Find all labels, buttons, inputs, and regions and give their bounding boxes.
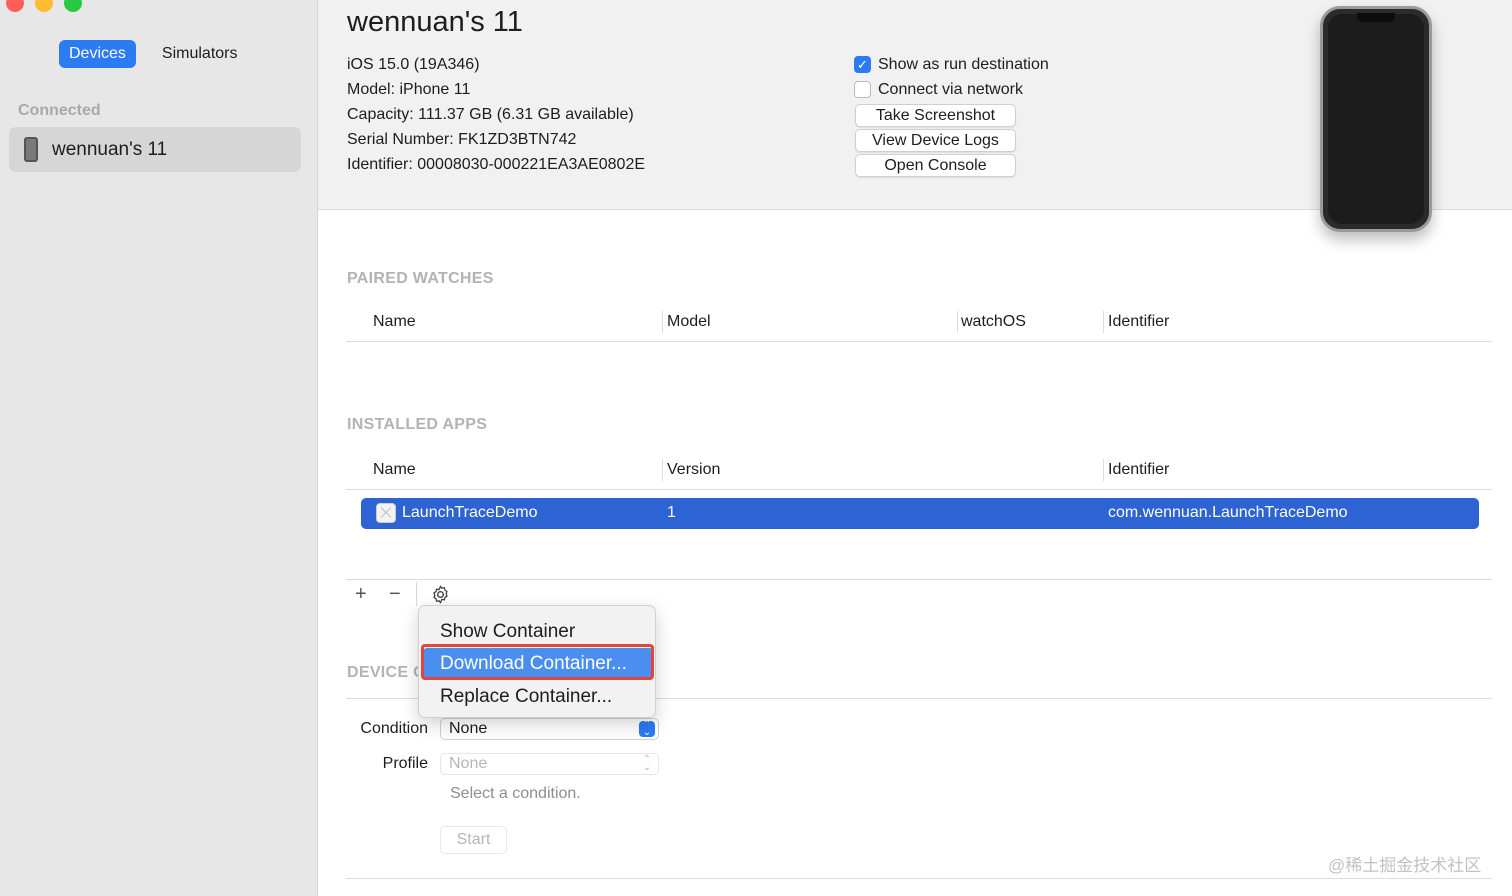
device-image [1320, 6, 1432, 232]
close-window-button[interactable] [6, 0, 24, 12]
apps-col-identifier[interactable]: Identifier [1108, 461, 1169, 479]
tab-devices[interactable]: Devices [59, 40, 136, 68]
tab-simulators[interactable]: Simulators [152, 40, 248, 68]
popup-arrows-icon: ⌃ ⌄ [642, 754, 652, 773]
show-container-menu-item[interactable]: Show Container [423, 616, 653, 647]
paired-watches-title: PAIRED WATCHES [347, 270, 494, 287]
connect-via-network-option[interactable]: Connect via network [854, 77, 1049, 102]
watches-col-identifier[interactable]: Identifier [1108, 313, 1169, 331]
table-row[interactable]: LaunchTraceDemo 1 com.wennuan.LaunchTrac… [361, 498, 1479, 529]
apps-col-version[interactable]: Version [667, 461, 720, 479]
show-as-run-destination-label: Show as run destination [878, 55, 1049, 73]
view-device-logs-button[interactable]: View Device Logs [855, 129, 1016, 152]
divider [346, 878, 1492, 879]
start-button[interactable]: Start [440, 826, 507, 854]
ios-version: iOS 15.0 (19A346) [347, 56, 480, 73]
watches-col-name[interactable]: Name [373, 313, 416, 331]
connect-via-network-label: Connect via network [878, 80, 1023, 98]
annotation-highlight-frame [421, 644, 654, 680]
connected-section-title: Connected [18, 102, 101, 119]
checkmark-icon[interactable]: ✓ [854, 56, 871, 73]
condition-value: None [449, 720, 488, 737]
remove-app-button[interactable]: − [389, 583, 401, 606]
profile-popup[interactable]: None ⌃ ⌄ [440, 753, 659, 775]
condition-label: Condition [360, 720, 428, 737]
app-version: 1 [667, 504, 676, 521]
installed-apps-title: INSTALLED APPS [347, 416, 488, 433]
profile-value: None [449, 755, 488, 772]
profile-label: Profile [382, 755, 428, 772]
device-model: Model: iPhone 11 [347, 81, 471, 98]
divider [346, 489, 1492, 490]
device-identifier: Identifier: 00008030-000221EA3AE0802E [347, 156, 646, 173]
open-console-button[interactable]: Open Console [855, 154, 1016, 177]
watches-col-watchos[interactable]: watchOS [961, 313, 1026, 331]
condition-popup[interactable]: None ⌃ ⌄ [440, 718, 659, 740]
device-info: iOS 15.0 (19A346) Model: iPhone 11 Capac… [347, 52, 645, 177]
app-identifier: com.wennuan.LaunchTraceDemo [1108, 504, 1348, 521]
device-title: wennuan's 11 [347, 6, 523, 38]
divider [346, 341, 1492, 342]
add-app-button[interactable]: + [355, 583, 367, 606]
condition-hint: Select a condition. [450, 785, 581, 802]
watches-col-model[interactable]: Model [667, 313, 711, 331]
device-capacity: Capacity: 111.37 GB (6.31 GB available) [347, 106, 634, 123]
checkbox-icon[interactable] [854, 81, 871, 98]
sidebar-item-device[interactable]: wennuan's 11 [9, 127, 301, 172]
apps-col-name[interactable]: Name [373, 461, 416, 479]
device-type-segmented-control: Devices Simulators [59, 40, 247, 68]
watermark: @稀土掘金技术社区 [1328, 856, 1482, 875]
popup-arrows-icon: ⌃ ⌄ [639, 720, 655, 738]
app-name: LaunchTraceDemo [402, 504, 538, 521]
minimize-window-button[interactable] [35, 0, 53, 12]
iphone-icon [24, 137, 38, 162]
device-options: ✓ Show as run destination Connect via ne… [854, 52, 1049, 102]
zoom-window-button[interactable] [64, 0, 82, 12]
gear-icon[interactable] [430, 584, 451, 605]
show-as-run-destination-option[interactable]: ✓ Show as run destination [854, 52, 1049, 77]
take-screenshot-button[interactable]: Take Screenshot [855, 104, 1016, 127]
device-conditions-title: DEVICE C [347, 664, 425, 681]
app-icon [376, 503, 396, 523]
serial-number: Serial Number: FK1ZD3BTN742 [347, 131, 577, 148]
divider [346, 579, 1492, 580]
sidebar: Devices Simulators Connected wennuan's 1… [0, 0, 318, 896]
replace-container-menu-item[interactable]: Replace Container... [423, 681, 653, 712]
window-controls [6, 0, 82, 12]
device-header: wennuan's 11 iOS 15.0 (19A346) Model: iP… [318, 0, 1512, 232]
sidebar-item-label: wennuan's 11 [52, 138, 168, 160]
